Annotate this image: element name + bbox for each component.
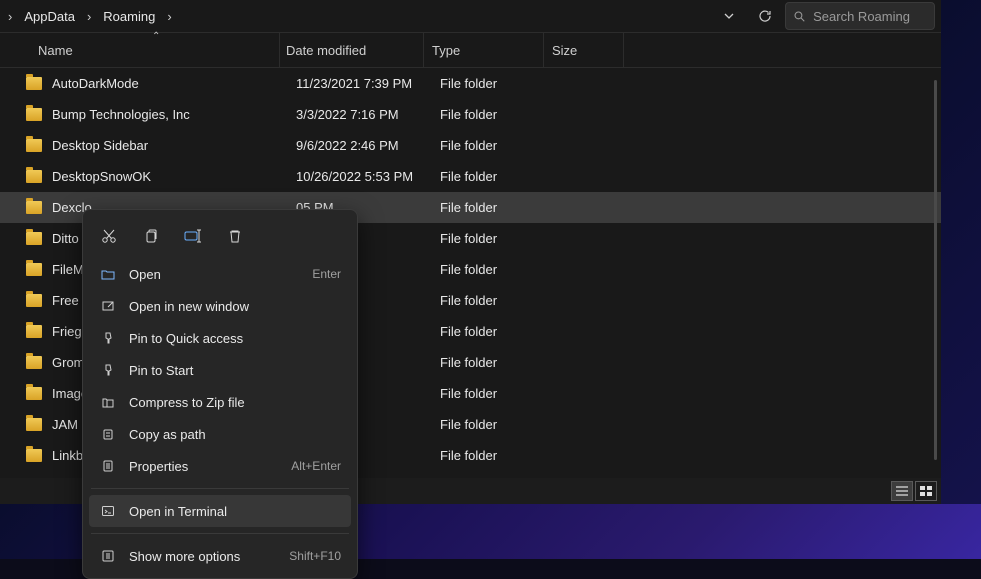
delete-icon[interactable]: [223, 224, 247, 248]
copy-path-icon: [99, 427, 117, 441]
copy-icon[interactable]: [139, 224, 163, 248]
file-type: File folder: [440, 262, 560, 277]
file-type: File folder: [440, 386, 560, 401]
folder-icon: [26, 325, 42, 338]
breadcrumb: › AppData › Roaming ›: [2, 5, 178, 28]
folder-icon: [26, 418, 42, 431]
chevron-right-icon[interactable]: ›: [161, 9, 177, 24]
folder-icon: [26, 139, 42, 152]
column-headers: ⌃ Name Date modified Type Size: [0, 32, 941, 68]
chevron-right-icon[interactable]: ›: [81, 9, 97, 24]
context-menu-item[interactable]: Open in Terminal: [89, 495, 351, 527]
context-menu-label: Copy as path: [129, 427, 341, 442]
rename-icon[interactable]: [181, 224, 205, 248]
column-header-date[interactable]: Date modified: [280, 33, 424, 67]
context-menu-label: Show more options: [129, 549, 289, 564]
context-menu-label: Pin to Start: [129, 363, 341, 378]
file-type: File folder: [440, 107, 560, 122]
file-type: File folder: [440, 200, 560, 215]
folder-icon: [26, 170, 42, 183]
context-menu-label: Open in new window: [129, 299, 341, 314]
context-menu-shortcut: Enter: [312, 267, 341, 281]
file-type: File folder: [440, 448, 560, 463]
file-date: 11/23/2021 7:39 PM: [296, 76, 440, 91]
context-menu-label: Compress to Zip file: [129, 395, 341, 410]
context-menu-item[interactable]: Pin to Start: [89, 354, 351, 386]
column-header-size[interactable]: Size: [544, 33, 624, 67]
breadcrumb-item[interactable]: AppData: [18, 5, 81, 28]
folder-icon: [26, 356, 42, 369]
context-menu-item[interactable]: Show more optionsShift+F10: [89, 540, 351, 572]
context-menu-item[interactable]: OpenEnter: [89, 258, 351, 290]
context-menu-separator: [91, 533, 349, 534]
context-menu: OpenEnter Open in new window Pin to Quick …: [82, 209, 358, 579]
file-type: File folder: [440, 417, 560, 432]
context-menu-item[interactable]: PropertiesAlt+Enter: [89, 450, 351, 482]
file-name: Desktop Sidebar: [52, 138, 296, 153]
file-type: File folder: [440, 76, 560, 91]
search-icon: [794, 10, 805, 23]
zip-icon: [99, 395, 117, 409]
context-menu-item[interactable]: Compress to Zip file: [89, 386, 351, 418]
pin-icon: [99, 331, 117, 345]
more-icon: [99, 549, 117, 563]
terminal-icon: [99, 504, 117, 518]
properties-icon: [99, 459, 117, 473]
cut-icon[interactable]: [97, 224, 121, 248]
file-type: File folder: [440, 293, 560, 308]
table-row[interactable]: AutoDarkMode11/23/2021 7:39 PMFile folde…: [0, 68, 941, 99]
context-menu-item[interactable]: Copy as path: [89, 418, 351, 450]
file-date: 10/26/2022 5:53 PM: [296, 169, 440, 184]
details-view-button[interactable]: [891, 481, 913, 501]
context-menu-label: Open: [129, 267, 312, 282]
refresh-icon[interactable]: [749, 2, 781, 30]
context-menu-icon-row: [89, 216, 351, 258]
file-type: File folder: [440, 138, 560, 153]
file-date: 9/6/2022 2:46 PM: [296, 138, 440, 153]
file-date: 3/3/2022 7:16 PM: [296, 107, 440, 122]
topbar: › AppData › Roaming ›: [0, 0, 941, 32]
folder-icon: [26, 449, 42, 462]
folder-icon: [26, 232, 42, 245]
table-row[interactable]: DesktopSnowOK10/26/2022 5:53 PMFile fold…: [0, 161, 941, 192]
context-menu-item[interactable]: Pin to Quick access: [89, 322, 351, 354]
context-menu-label: Open in Terminal: [129, 504, 341, 519]
context-menu-separator: [91, 488, 349, 489]
context-menu-shortcut: Shift+F10: [289, 549, 341, 563]
column-header-type[interactable]: Type: [424, 33, 544, 67]
folder-icon: [26, 263, 42, 276]
folder-icon: [26, 387, 42, 400]
folder-icon: [26, 294, 42, 307]
folder-icon: [26, 201, 42, 214]
file-type: File folder: [440, 324, 560, 339]
chevron-right-icon[interactable]: ›: [2, 9, 18, 24]
folder-icon: [26, 77, 42, 90]
search-box[interactable]: [785, 2, 935, 30]
thumbnails-view-button[interactable]: [915, 481, 937, 501]
breadcrumb-item[interactable]: Roaming: [97, 5, 161, 28]
context-menu-label: Properties: [129, 459, 291, 474]
open-window-icon: [99, 299, 117, 313]
table-row[interactable]: Desktop Sidebar9/6/2022 2:46 PMFile fold…: [0, 130, 941, 161]
file-type: File folder: [440, 169, 560, 184]
open-icon: [99, 267, 117, 281]
pin-start-icon: [99, 363, 117, 377]
context-menu-label: Pin to Quick access: [129, 331, 341, 346]
context-menu-shortcut: Alt+Enter: [291, 459, 341, 473]
search-input[interactable]: [813, 9, 926, 24]
file-name: AutoDarkMode: [52, 76, 296, 91]
folder-icon: [26, 108, 42, 121]
file-name: Bump Technologies, Inc: [52, 107, 296, 122]
sort-indicator-icon: ⌃: [152, 31, 160, 42]
scrollbar[interactable]: [934, 80, 937, 460]
table-row[interactable]: Bump Technologies, Inc3/3/2022 7:16 PMFi…: [0, 99, 941, 130]
context-menu-item[interactable]: Open in new window: [89, 290, 351, 322]
column-header-name[interactable]: Name: [18, 33, 280, 67]
file-name: DesktopSnowOK: [52, 169, 296, 184]
file-type: File folder: [440, 231, 560, 246]
file-type: File folder: [440, 355, 560, 370]
history-dropdown-icon[interactable]: [713, 2, 745, 30]
